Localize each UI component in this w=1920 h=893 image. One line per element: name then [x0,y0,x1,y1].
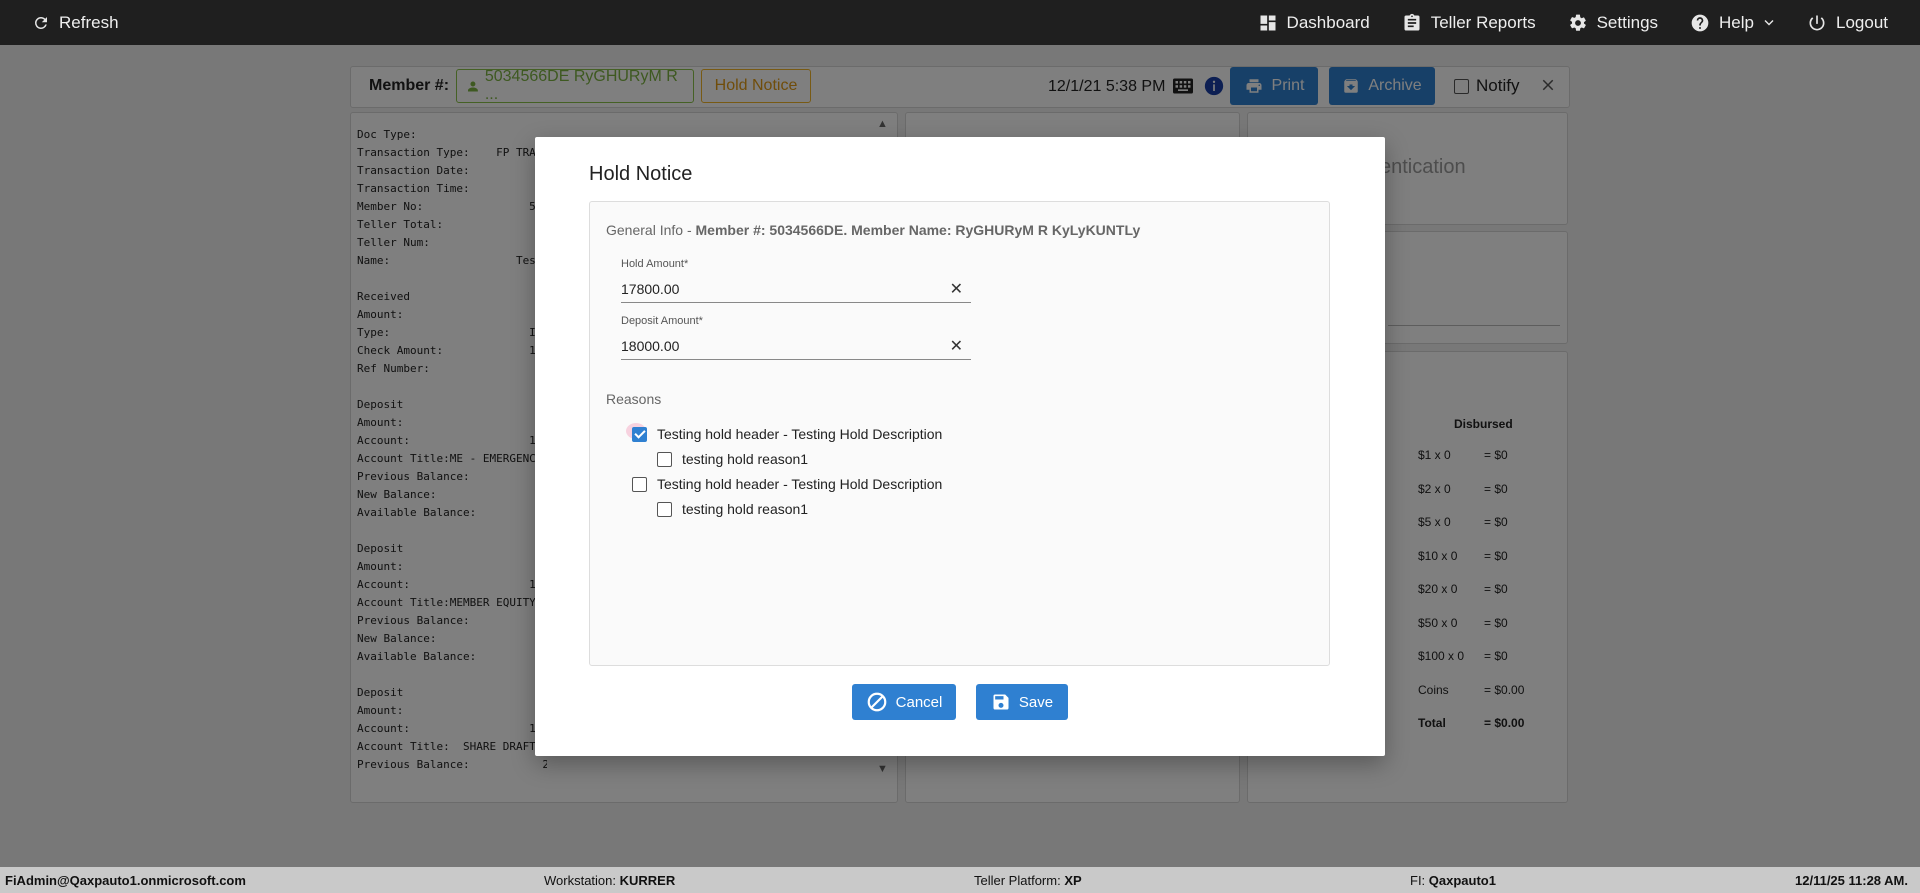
reasons-label: Reasons [606,391,662,407]
reason-item-1[interactable]: testing hold reason1 [657,451,808,467]
deposit-amount-field: Deposit Amount* 18000.00 ✕ [621,315,971,360]
ban-icon [867,692,886,712]
floppy-disk-icon [993,694,1009,710]
hold-amount-label: Hold Amount* [621,258,689,270]
deposit-amount-label: Deposit Amount* [621,315,703,327]
cancel-button[interactable]: Cancel [852,684,956,720]
reason-item-1-label: testing hold reason1 [682,451,809,467]
status-user: FiAdmin@Qaxpauto1.onmicrosoft.com [5,873,246,888]
fi-label: FI: [1410,873,1429,888]
help-label: Help [1719,12,1754,32]
chevron-down-icon [1764,19,1774,25]
status-workstation: Workstation: KURRER [544,873,675,888]
refresh-icon [34,16,47,29]
reason-header-1-checkbox-wrap[interactable] [626,422,647,442]
reason-header-2-label: Testing hold header - Testing Hold Descr… [657,476,943,492]
logout-link[interactable]: Logout [1807,13,1888,33]
dashboard-link[interactable]: Dashboard [1258,13,1370,33]
reason-item-2-label: testing hold reason1 [682,501,809,517]
reason-header-1-checkbox[interactable] [632,426,647,442]
clear-deposit-amount-icon[interactable]: ✕ [950,336,963,356]
platform-label: Teller Platform: [974,873,1065,888]
dashboard-label: Dashboard [1286,12,1370,32]
gear-icon [1569,14,1586,31]
platform-value: XP [1064,873,1082,888]
hold-amount-field: Hold Amount* 17800.00 ✕ [621,258,971,303]
fi-value: Qaxpauto1 [1428,873,1496,888]
status-platform: Teller Platform: XP [974,873,1082,888]
teller-reports-link[interactable]: Teller Reports [1402,13,1536,33]
status-fi: FI: Qaxpauto1 [1410,873,1496,888]
general-info-prefix: General Info - [606,222,696,238]
hold-amount-input[interactable]: 17800.00 ✕ [621,276,971,303]
reason-header-2[interactable]: Testing hold header - Testing Hold Descr… [632,476,942,492]
clear-hold-amount-icon[interactable]: ✕ [950,279,963,299]
workstation-label: Workstation: [544,873,620,888]
status-bar: FiAdmin@Qaxpauto1.onmicrosoft.com Workst… [0,867,1920,893]
refresh-button[interactable]: Refresh [32,13,119,33]
general-info-header: General Info - Member #: 5034566DE. Memb… [606,222,1140,238]
logout-label: Logout [1836,12,1888,32]
reason-header-1-label: Testing hold header - Testing Hold Descr… [657,426,943,442]
save-label: Save [1018,693,1054,711]
hold-amount-value: 17800.00 [621,281,680,297]
help-icon [1691,14,1709,31]
hold-notice-dialog: Hold Notice General Info - Member #: 503… [535,137,1385,756]
dashboard-icon [1260,15,1276,30]
cancel-label: Cancel [895,693,943,711]
workstation-value: KURRER [619,873,676,888]
reason-item-1-checkbox[interactable] [657,451,672,467]
settings-label: Settings [1596,12,1659,32]
deposit-amount-value: 18000.00 [621,338,680,354]
dialog-title: Hold Notice [589,163,693,185]
clipboard-icon [1404,13,1420,31]
power-icon [1809,15,1825,30]
reason-item-2[interactable]: testing hold reason1 [657,501,808,517]
teller-reports-label: Teller Reports [1430,12,1536,32]
settings-link[interactable]: Settings [1568,13,1658,33]
general-info-card: General Info - Member #: 5034566DE. Memb… [589,201,1330,666]
reason-item-2-checkbox[interactable] [657,501,672,517]
refresh-label: Refresh [59,12,119,32]
reason-header-2-checkbox[interactable] [632,476,647,492]
status-timestamp: 12/11/25 11:28 AM. [1795,873,1908,888]
top-nav-bar: Refresh Dashboard Teller Reports Setting… [0,0,1920,45]
reason-header-1[interactable]: Testing hold header - Testing Hold Descr… [626,422,943,442]
help-menu[interactable]: Help [1690,13,1775,33]
deposit-amount-input[interactable]: 18000.00 ✕ [621,333,971,360]
general-info-member: Member #: 5034566DE. Member Name: RyGHUR… [695,222,1141,238]
save-button[interactable]: Save [976,684,1068,720]
